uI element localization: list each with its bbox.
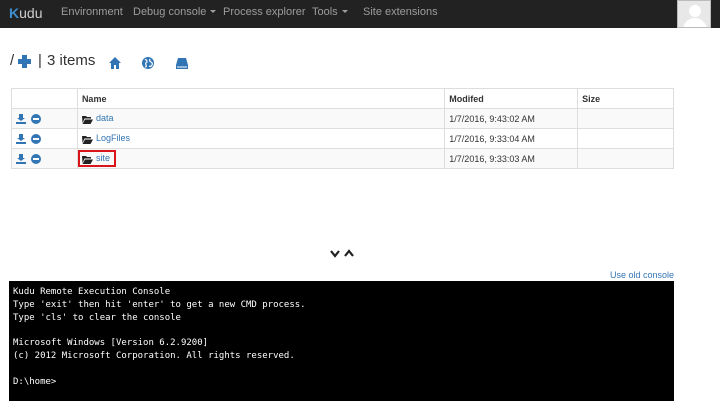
avatar-body <box>683 18 707 27</box>
home-icon[interactable] <box>108 56 122 70</box>
drive-icon[interactable] <box>175 56 189 70</box>
row-actions <box>11 148 78 169</box>
row-size <box>577 128 674 149</box>
remove-icon[interactable] <box>30 113 41 124</box>
table-row: data 1/7/2016, 9:43:02 AM <box>11 108 674 129</box>
nav-debug-console-label: Debug console <box>133 6 207 18</box>
console-prompt[interactable]: D:\home> <box>13 376 670 389</box>
row-modified: 1/7/2016, 9:43:02 AM <box>444 108 579 129</box>
command-console[interactable]: Kudu Remote Execution Console Type 'exit'… <box>9 281 674 401</box>
file-table: Name Modifed Size data 1/7/2016, 9:43:02… <box>11 88 674 169</box>
nav-site-extensions[interactable]: Site extensions <box>363 6 438 18</box>
console-line: Type 'cls' to clear the console <box>13 312 181 323</box>
row-modified: 1/7/2016, 9:33:03 AM <box>444 148 579 169</box>
nav-debug-console[interactable]: Debug console <box>133 6 217 18</box>
nav-process-explorer[interactable]: Process explorer <box>223 6 306 18</box>
brand-k: K <box>9 5 20 21</box>
row-size <box>577 148 674 169</box>
nav-environment-label: Environment <box>61 6 123 18</box>
header-size[interactable]: Size <box>577 88 674 109</box>
chevron-down-icon <box>210 10 217 13</box>
nav-site-extensions-label: Site extensions <box>363 6 438 18</box>
table-row: site 1/7/2016, 9:33:03 AM <box>11 148 674 169</box>
use-old-console-link[interactable]: Use old console <box>610 270 674 280</box>
nav-tools-label: Tools <box>312 6 338 18</box>
kudu-brand-link[interactable]: Kudu <box>9 5 42 21</box>
folder-link-site[interactable]: site <box>96 153 110 163</box>
user-avatar[interactable] <box>677 0 711 28</box>
folder-link-logfiles[interactable]: LogFiles <box>96 133 130 143</box>
header-modified[interactable]: Modifed <box>444 88 579 109</box>
header-actions <box>11 88 78 109</box>
remove-icon[interactable] <box>30 153 41 164</box>
nav-process-explorer-label: Process explorer <box>223 6 306 18</box>
row-name-cell: site <box>76 148 446 169</box>
avatar-head <box>689 5 701 17</box>
console-line: Type 'exit' then hit 'enter' to get a ne… <box>13 299 306 310</box>
download-icon[interactable] <box>16 153 26 164</box>
top-navbar: Kudu Environment Debug console Process e… <box>0 0 720 28</box>
brand-rest: udu <box>19 5 43 21</box>
globe-icon[interactable] <box>141 56 155 70</box>
header-name[interactable]: Name <box>76 88 446 109</box>
table-row: LogFiles 1/7/2016, 9:33:04 AM <box>11 128 674 149</box>
table-header-row: Name Modifed Size <box>11 88 674 109</box>
nav-environment[interactable]: Environment <box>61 6 123 18</box>
console-line: Kudu Remote Execution Console <box>13 287 171 297</box>
chevron-up-icon[interactable] <box>344 249 354 257</box>
path-root-link[interactable]: / <box>10 52 14 69</box>
download-icon[interactable] <box>16 113 26 124</box>
row-actions <box>11 108 78 129</box>
plus-icon[interactable] <box>18 55 31 68</box>
nav-tools[interactable]: Tools <box>312 6 348 18</box>
folder-open-icon <box>81 115 93 124</box>
row-name-cell: data <box>76 108 446 129</box>
remove-icon[interactable] <box>30 133 41 144</box>
row-modified: 1/7/2016, 9:33:04 AM <box>444 128 579 149</box>
folder-open-icon <box>81 135 93 144</box>
row-size <box>577 108 674 129</box>
console-line: (c) 2012 Microsoft Corporation. All righ… <box>13 350 295 361</box>
folder-open-icon <box>81 155 93 164</box>
row-actions <box>11 128 78 149</box>
panel-toggle <box>330 249 354 258</box>
chevron-down-icon <box>341 10 348 13</box>
row-name-cell: LogFiles <box>76 128 446 149</box>
chevron-down-icon[interactable] <box>330 250 340 258</box>
download-icon[interactable] <box>16 133 26 144</box>
highlight-box: site <box>77 150 116 167</box>
path-separator: | <box>38 52 42 69</box>
console-line: Microsoft Windows [Version 6.2.9200] <box>13 338 209 349</box>
folder-link-data[interactable]: data <box>96 113 114 123</box>
item-count: 3 items <box>47 52 96 69</box>
